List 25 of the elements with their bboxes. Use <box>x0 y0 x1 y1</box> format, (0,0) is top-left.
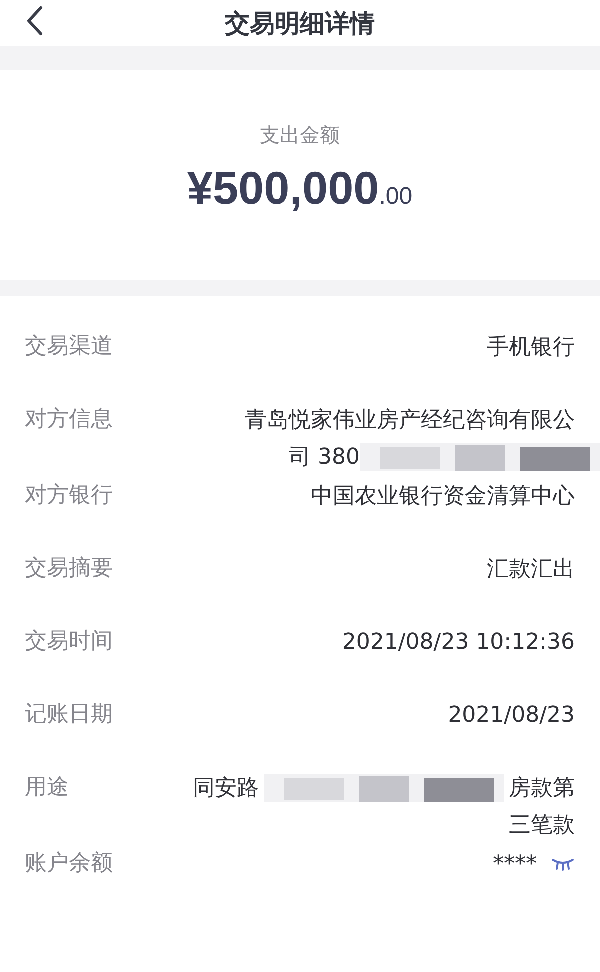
detail-label: 交易时间 <box>25 628 113 656</box>
detail-value: 青岛悦家伟业房产经纪咨询有限公 <box>245 407 575 435</box>
detail-value: 汇款汇出 <box>487 556 575 584</box>
detail-label: 对方银行 <box>25 482 113 510</box>
page-title: 交易明细详情 <box>225 8 375 40</box>
detail-value: 2021/08/23 <box>448 702 575 728</box>
detail-label: 交易摘要 <box>25 555 113 583</box>
detail-label: 对方信息 <box>25 406 113 434</box>
amount-label: 支出金额 <box>260 122 340 149</box>
detail-value: 三笔款 <box>509 812 575 840</box>
back-icon[interactable] <box>26 5 44 37</box>
detail-label: 交易渠道 <box>25 333 113 361</box>
detail-value: **** <box>493 852 537 876</box>
detail-value: 房款第 <box>509 775 575 803</box>
amount-decimals: .00 <box>379 183 413 211</box>
detail-value: 手机银行 <box>487 334 575 362</box>
detail-value: 司 380 <box>289 444 360 472</box>
detail-label: 账户余额 <box>25 850 113 878</box>
amount-value: ¥500,000 <box>187 161 380 215</box>
eye-closed-icon[interactable] <box>551 857 575 871</box>
detail-label: 记账日期 <box>25 701 113 729</box>
detail-label: 用途 <box>25 774 69 802</box>
detail-value: 同安路 <box>193 775 259 803</box>
detail-value: 2021/08/23 10:12:36 <box>342 630 575 654</box>
detail-value: 中国农业银行资金清算中心 <box>311 483 575 511</box>
